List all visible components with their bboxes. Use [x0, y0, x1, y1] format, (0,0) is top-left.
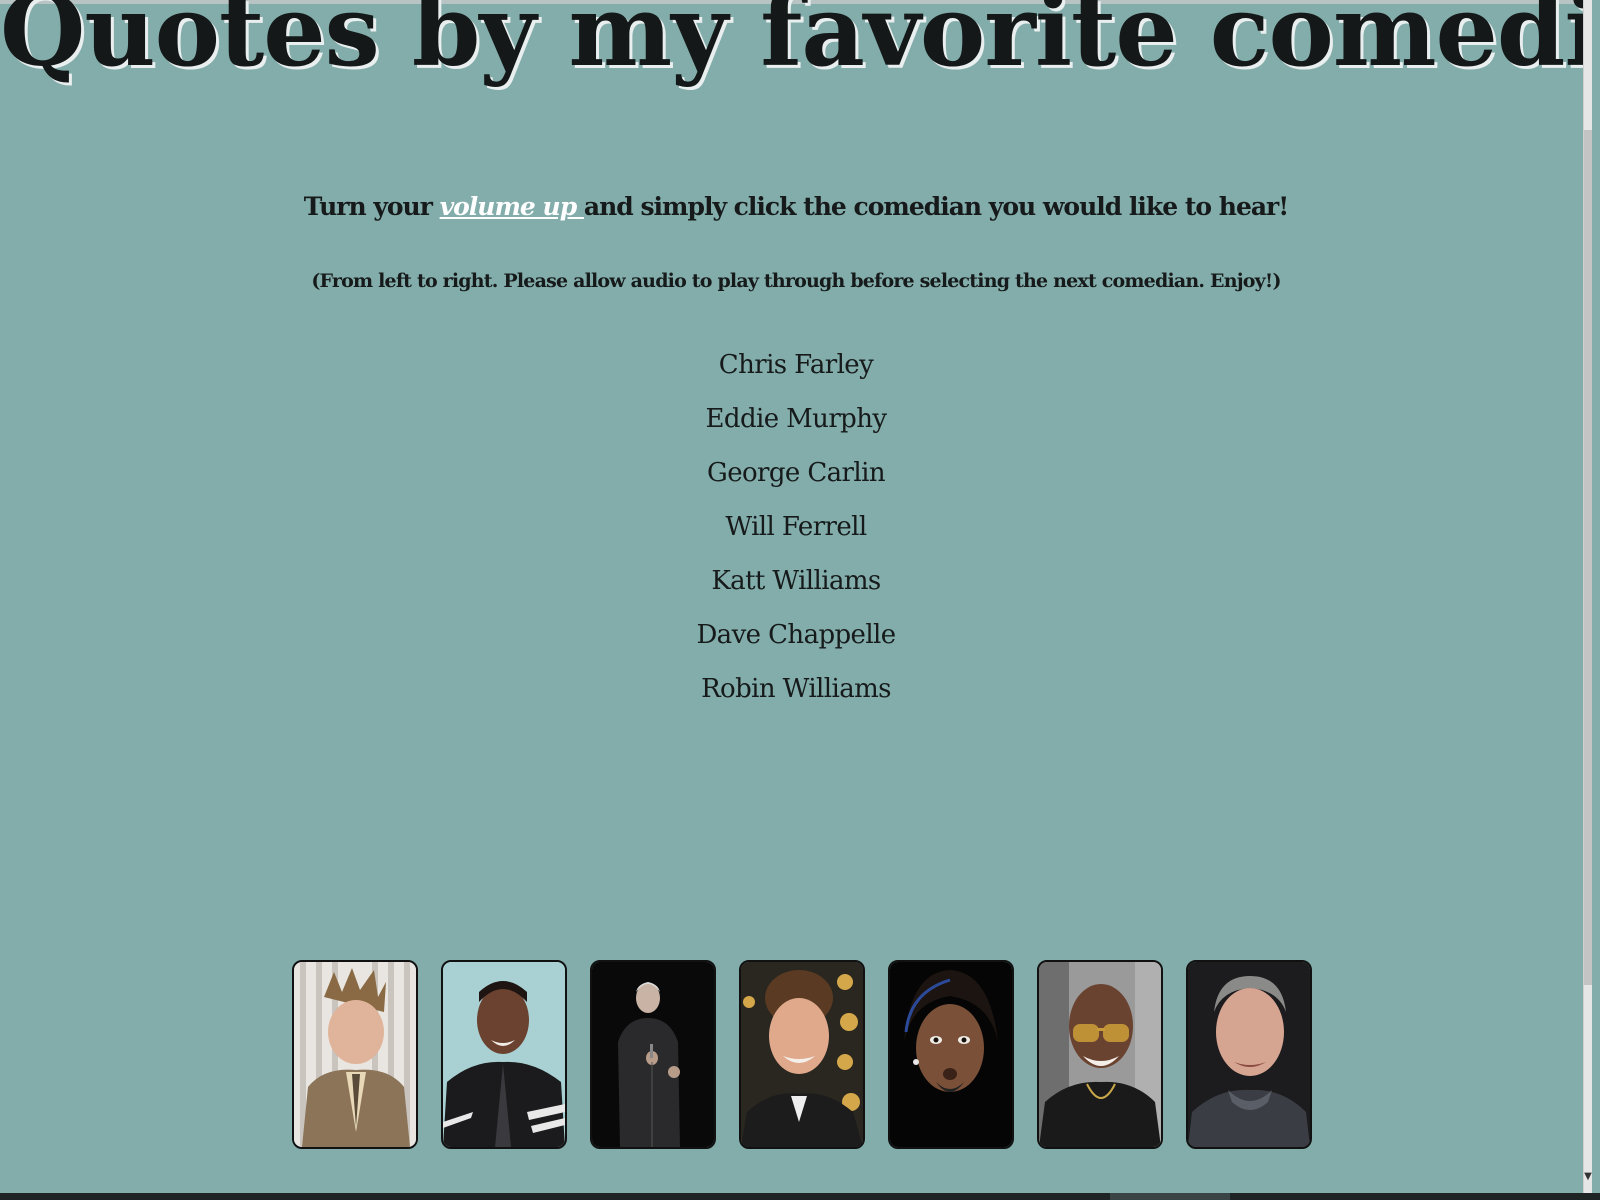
portrait-image — [294, 962, 416, 1147]
scroll-down-arrow-icon[interactable]: ▼ — [1584, 1170, 1592, 1184]
portrait-image — [890, 962, 1012, 1147]
comedian-photo-katt-williams[interactable] — [888, 960, 1014, 1149]
horizontal-scrollbar-thumb[interactable] — [1110, 1193, 1230, 1200]
comedian-name: Katt Williams — [711, 566, 881, 596]
intro-before: Turn your — [303, 192, 440, 221]
comedian-name: Will Ferrell — [725, 512, 867, 542]
instructions-note: (From left to right. Please allow audio … — [311, 270, 1281, 292]
volume-up-link[interactable]: volume up — [440, 192, 584, 221]
comedian-name: Robin Williams — [701, 674, 891, 704]
comedian-photo-gallery — [292, 960, 1312, 1149]
comedian-photo-chris-farley[interactable] — [292, 960, 418, 1149]
portrait-image — [741, 962, 863, 1147]
portrait-image — [1039, 962, 1161, 1147]
comedian-name-list: Chris Farley Eddie Murphy George Carlin … — [0, 338, 1592, 716]
comedian-name: Dave Chappelle — [696, 620, 896, 650]
comedian-name: George Carlin — [707, 458, 886, 488]
page: Quotes by my favorite comedians! Turn yo… — [0, 0, 1592, 1193]
portrait-image — [443, 962, 565, 1147]
portrait-image — [592, 962, 714, 1147]
vertical-scrollbar-thumb[interactable] — [1584, 130, 1592, 985]
comedian-name: Eddie Murphy — [705, 404, 888, 434]
horizontal-scrollbar[interactable] — [0, 1193, 1600, 1200]
comedian-photo-george-carlin[interactable] — [590, 960, 716, 1149]
intro-after: and simply click the comedian you would … — [583, 192, 1289, 221]
intro-text: Turn your volume up and simply click the… — [0, 192, 1592, 221]
comedian-photo-eddie-murphy[interactable] — [441, 960, 567, 1149]
comedian-name: Chris Farley — [718, 350, 874, 380]
portrait-image — [1188, 962, 1310, 1147]
comedian-photo-dave-chappelle[interactable] — [1037, 960, 1163, 1149]
comedian-photo-robin-williams[interactable] — [1186, 960, 1312, 1149]
page-title: Quotes by my favorite comedians! — [0, 0, 1592, 89]
comedian-photo-will-ferrell[interactable] — [739, 960, 865, 1149]
